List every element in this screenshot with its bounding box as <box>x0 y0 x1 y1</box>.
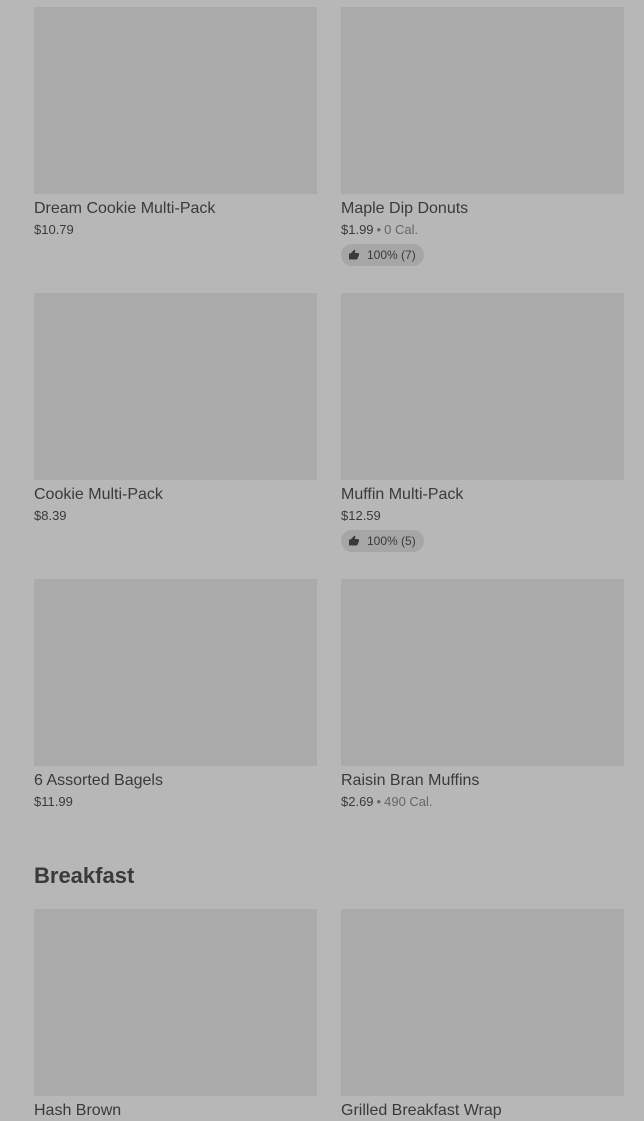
item-image-placeholder <box>34 909 317 1096</box>
separator-dot: • <box>376 794 382 809</box>
menu-item-card[interactable]: Dream Cookie Multi-Pack $10.79 <box>34 7 317 238</box>
item-name: Grilled Breakfast Wrap <box>341 1102 502 1119</box>
rating-text: 100% (7) <box>367 248 416 262</box>
item-name: Hash Brown <box>34 1102 122 1119</box>
item-meta: $10.79 <box>34 222 317 238</box>
section-title-breakfast: Breakfast <box>34 863 135 888</box>
item-name: Muffin Multi-Pack <box>341 486 464 503</box>
item-meta: $1.99 • 0 Cal. <box>341 222 624 238</box>
item-image-placeholder <box>34 579 317 766</box>
item-image-placeholder <box>34 7 317 194</box>
item-image-placeholder <box>341 909 624 1096</box>
item-name: Maple Dip Donuts <box>341 200 469 217</box>
item-image-placeholder <box>341 293 624 480</box>
menu-item-card[interactable]: Grilled Breakfast Wrap <box>341 909 624 1121</box>
menu-item-card[interactable]: Cookie Multi-Pack $8.39 <box>34 293 317 524</box>
menu-item-card[interactable]: Hash Brown <box>34 909 317 1121</box>
separator-dot: • <box>376 222 382 237</box>
menu-item-card[interactable]: 6 Assorted Bagels $11.99 <box>34 579 317 810</box>
item-meta: $2.69 • 490 Cal. <box>341 794 624 810</box>
item-price: $8.39 <box>34 508 67 523</box>
menu-item-card[interactable]: Muffin Multi-Pack $12.59 100% (5) <box>341 293 624 552</box>
rating-badge: 100% (5) <box>341 530 424 552</box>
item-price: $11.99 <box>34 794 73 809</box>
item-meta: $11.99 <box>34 794 317 810</box>
item-name: 6 Assorted Bagels <box>34 772 163 789</box>
item-price: $10.79 <box>34 222 74 237</box>
rating-badge: 100% (7) <box>341 244 424 266</box>
item-image-placeholder <box>34 293 317 480</box>
rating-text: 100% (5) <box>367 534 416 548</box>
menu-item-card[interactable]: Raisin Bran Muffins $2.69 • 490 Cal. <box>341 579 624 810</box>
item-name: Dream Cookie Multi-Pack <box>34 200 216 217</box>
item-price: $2.69 <box>341 794 374 809</box>
item-price: $12.59 <box>341 508 381 523</box>
item-price: $1.99 <box>341 222 374 237</box>
item-meta: $8.39 <box>34 508 317 524</box>
item-name: Cookie Multi-Pack <box>34 486 163 503</box>
thumbs-up-icon <box>349 249 359 260</box>
item-image-placeholder <box>341 579 624 766</box>
menu-item-card[interactable]: Maple Dip Donuts $1.99 • 0 Cal. 100% (7) <box>341 7 624 266</box>
item-calories: 0 Cal. <box>384 222 419 237</box>
thumbs-up-icon <box>349 535 359 546</box>
item-calories: 490 Cal. <box>384 794 433 809</box>
item-meta: $12.59 <box>341 508 624 524</box>
item-name: Raisin Bran Muffins <box>341 772 480 789</box>
item-image-placeholder <box>341 7 624 194</box>
